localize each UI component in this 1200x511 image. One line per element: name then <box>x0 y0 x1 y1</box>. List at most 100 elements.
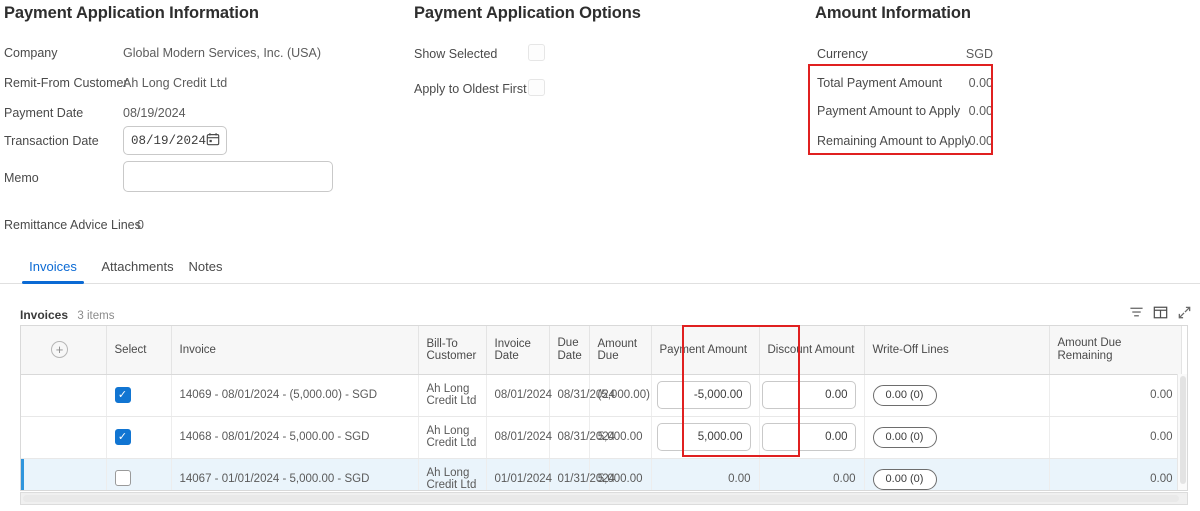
invoices-table-wrapper: + Select Invoice Bill-To Customer Invoic… <box>20 325 1188 491</box>
col-due-date-label: Due Date <box>557 336 582 362</box>
grid-item-count: 3 items <box>77 310 115 322</box>
row-spacer-cell <box>21 374 107 417</box>
row-amount-due-cell: 5,000.00 <box>589 416 652 459</box>
col-discount-amount-label: Discount Amount <box>767 343 855 356</box>
discount-amount-value: 0.00 <box>825 389 848 401</box>
write-off-lines-button[interactable]: 0.00 (0) <box>872 384 937 406</box>
row-bill-to-customer-text: Ah Long Credit Ltd <box>426 383 477 407</box>
show-selected-checkbox[interactable] <box>528 44 545 61</box>
remittance-advice-lines-label: Remittance Advice Lines <box>4 218 141 232</box>
row-invoice-date-cell: 08/01/2024 <box>486 416 552 459</box>
row-amount-due-cell: (5,000.00) <box>589 374 652 417</box>
col-amount-due-remaining[interactable]: Amount Due Remaining <box>1049 326 1182 375</box>
payment-amount-input[interactable]: -5,000.00 <box>656 381 751 409</box>
discount-amount-value: 0.00 <box>825 431 848 443</box>
row-bill-to-customer-text: Ah Long Credit Ltd <box>426 467 477 491</box>
col-payment-amount[interactable]: Payment Amount <box>651 326 760 375</box>
discount-amount-input[interactable]: 0.00 <box>761 423 856 451</box>
row-write-off-lines-cell[interactable]: 0.00 (0) <box>864 458 1050 490</box>
row-due-date-cell: 08/31/2024 <box>549 374 615 417</box>
row-select-checkbox[interactable]: ✓ <box>114 429 131 445</box>
row-amount-due-text: 5,000.00 <box>597 431 643 443</box>
table-vertical-scrollbar[interactable] <box>1177 374 1187 490</box>
col-invoice-date[interactable]: Invoice Date <box>486 326 550 375</box>
tab-invoices-label: Invoices <box>29 259 77 274</box>
payment-date-label: Payment Date <box>4 106 84 120</box>
row-discount-amount-cell[interactable]: 0.00 <box>759 416 865 459</box>
col-write-off-lines[interactable]: Write-Off Lines <box>864 326 1050 375</box>
col-due-date[interactable]: Due Date <box>549 326 590 375</box>
row-discount-amount-cell: 0.00 <box>759 458 865 490</box>
row-due-date-cell: 01/31/2024 <box>549 458 615 490</box>
payment-amount-input[interactable]: 5,000.00 <box>656 423 751 451</box>
tab-invoices[interactable]: Invoices <box>22 252 84 284</box>
row-select-cell[interactable]: ✓ <box>106 374 172 417</box>
write-off-lines-button[interactable]: 0.00 (0) <box>872 468 937 490</box>
remittance-advice-lines-value: 0 <box>137 218 144 232</box>
col-bill-to-customer[interactable]: Bill-To Customer <box>418 326 487 375</box>
add-row-button[interactable]: + <box>51 341 68 359</box>
transaction-date-label: Transaction Date <box>4 134 99 148</box>
remit-from-customer-label: Remit-From Customer <box>4 76 128 90</box>
tab-notes[interactable]: Notes <box>183 252 228 283</box>
row-payment-amount-cell[interactable]: 5,000.00 <box>651 416 760 459</box>
amount-information-title: Amount Information <box>815 4 971 22</box>
company-value: Global Modern Services, Inc. (USA) <box>123 46 321 60</box>
write-off-lines-value: 0.00 (0) <box>885 473 924 485</box>
discount-amount-input[interactable]: 0.00 <box>761 381 856 409</box>
payment-amount-value: 5,000.00 <box>697 431 743 443</box>
col-bill-to-customer-label: Bill-To Customer <box>426 337 477 362</box>
row-invoice-date-text: 08/01/2024 <box>494 389 553 401</box>
row-invoice-date-text: 08/01/2024 <box>494 431 553 443</box>
col-invoice[interactable]: Invoice <box>171 326 419 375</box>
company-label: Company <box>4 46 58 60</box>
row-amount-due-remaining-text: 0.00 <box>1150 473 1173 485</box>
transaction-date-input[interactable]: 08/19/2024 <box>123 126 227 155</box>
payment-date-value: 08/19/2024 <box>123 106 186 120</box>
row-write-off-lines-cell[interactable]: 0.00 (0) <box>864 374 1050 417</box>
row-amount-due-text: (5,000.00) <box>597 389 650 401</box>
col-select-label: Select <box>114 343 147 356</box>
row-discount-amount-cell[interactable]: 0.00 <box>759 374 865 417</box>
table-row[interactable]: ✓ 14069 - 08/01/2024 - (5,000.00) - SGD … <box>21 374 1182 417</box>
memo-input[interactable] <box>123 161 333 192</box>
row-select-checkbox[interactable] <box>114 469 131 486</box>
grid-title: Invoices <box>20 308 69 322</box>
row-invoice-text: 14069 - 08/01/2024 - (5,000.00) - SGD <box>179 389 378 401</box>
row-due-date-cell: 08/31/2024 <box>549 416 615 459</box>
row-amount-due-remaining-cell: 0.00 <box>1049 374 1182 417</box>
payment-application-information-title: Payment Application Information <box>4 4 259 22</box>
col-amount-due-label: Amount Due <box>597 337 638 362</box>
calendar-icon[interactable] <box>206 132 220 150</box>
col-select[interactable]: Select <box>106 326 172 375</box>
row-invoice-date-cell: 01/01/2024 <box>486 458 552 490</box>
row-amount-due-text: 5,000.00 <box>597 473 643 485</box>
row-bill-to-customer-cell: Ah Long Credit Ltd <box>418 374 487 417</box>
tab-attachments[interactable]: Attachments <box>95 252 180 283</box>
row-payment-amount-cell[interactable]: -5,000.00 <box>651 374 760 417</box>
row-amount-due-remaining-text: 0.00 <box>1150 431 1173 443</box>
row-select-checkbox[interactable]: ✓ <box>114 387 131 403</box>
table-horizontal-scrollbar[interactable] <box>20 492 1188 505</box>
table-row[interactable]: ✓ 14068 - 08/01/2024 - 5,000.00 - SGD Ah… <box>21 416 1182 459</box>
row-bill-to-customer-cell: Ah Long Credit Ltd <box>418 416 487 459</box>
col-discount-amount[interactable]: Discount Amount <box>759 326 865 375</box>
col-invoice-label: Invoice <box>179 343 216 356</box>
col-amount-due[interactable]: Amount Due <box>589 326 652 375</box>
payment-application-information-section: Payment Application Information Company … <box>0 0 400 232</box>
table-view-icon[interactable] <box>1153 305 1168 320</box>
row-write-off-lines-cell[interactable]: 0.00 (0) <box>864 416 1050 459</box>
row-select-cell[interactable] <box>106 458 172 490</box>
vertical-scrollbar-thumb[interactable] <box>1180 376 1186 484</box>
grid-caption: Invoices 3 items <box>20 308 114 322</box>
horizontal-scrollbar-thumb[interactable] <box>23 495 1179 502</box>
expand-icon[interactable] <box>1177 305 1192 320</box>
row-amount-due-remaining-cell: 0.00 <box>1049 416 1182 459</box>
apply-to-oldest-first-checkbox[interactable] <box>528 79 545 96</box>
row-select-cell[interactable]: ✓ <box>106 416 172 459</box>
write-off-lines-value: 0.00 (0) <box>885 389 924 401</box>
table-row[interactable]: 14067 - 01/01/2024 - 5,000.00 - SGD Ah L… <box>21 458 1182 491</box>
filter-icon[interactable] <box>1129 305 1144 320</box>
transaction-date-text: 08/19/2024 <box>131 133 207 148</box>
write-off-lines-button[interactable]: 0.00 (0) <box>872 426 937 448</box>
